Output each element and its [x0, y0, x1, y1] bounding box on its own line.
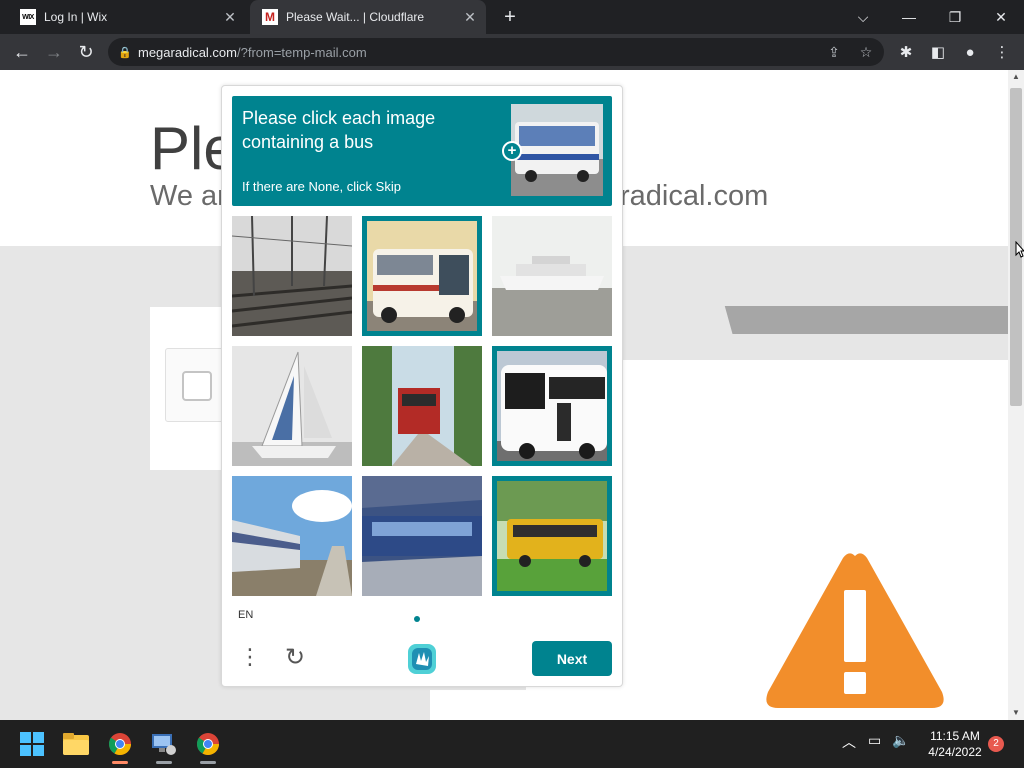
restore-button[interactable]: ❐ [932, 0, 978, 34]
address-bar[interactable]: 🔒 megaradical.com/?from=temp-mail.com ⇪ … [108, 38, 884, 66]
clock-time: 11:15 AM [930, 729, 980, 743]
active-indicator [112, 761, 128, 764]
progress-banner [620, 306, 1008, 334]
example-bus-image [511, 104, 603, 196]
captcha-tile-7[interactable] [232, 476, 352, 596]
mouse-cursor-icon [1015, 241, 1024, 258]
captcha-image-grid [232, 216, 612, 596]
url-host: megaradical.com [138, 44, 237, 60]
chrome-icon[interactable] [104, 728, 136, 764]
url-path: /?from=temp-mail.com [237, 44, 367, 60]
content-panel-edge [430, 690, 526, 720]
forward-arrow-icon[interactable]: → [40, 38, 68, 66]
page-scrollbar[interactable]: ▲ ▼ [1008, 70, 1024, 720]
close-tab-icon[interactable]: ✕ [460, 9, 480, 26]
language-selector[interactable]: EN [238, 609, 253, 621]
extensions-icon[interactable]: ✱ [892, 38, 920, 66]
windows-start-icon[interactable] [16, 728, 48, 760]
menu-icon[interactable]: ⋮ [988, 38, 1016, 66]
expand-example-icon[interactable]: + [502, 141, 522, 161]
captcha-tile-8[interactable] [362, 476, 482, 596]
windows-taskbar: ︿ ▭ 🔈 11:15 AM 4/24/2022 2 [0, 720, 1024, 768]
captcha-tile-1[interactable] [232, 216, 352, 336]
captcha-tile-5[interactable] [362, 346, 482, 466]
tab-title: Log In | Wix [44, 10, 108, 24]
close-tab-icon[interactable]: ✕ [220, 9, 240, 26]
wix-favicon-icon: WIX [20, 9, 36, 25]
clock-date: 4/24/2022 [928, 745, 982, 759]
captcha-tile-6[interactable] [492, 346, 612, 466]
lock-icon: 🔒 [118, 46, 132, 59]
warning-icon [766, 553, 944, 708]
profile-icon[interactable]: ● [956, 38, 984, 66]
captcha-prompt: Please click each image containing a bus… [232, 96, 612, 206]
captcha-checkbox[interactable] [182, 371, 212, 401]
tab-search-chevron-icon[interactable]: ⌵ [840, 0, 886, 34]
back-arrow-icon[interactable]: ← [8, 38, 36, 66]
file-explorer-icon[interactable] [60, 728, 92, 760]
browser-tab-bar: WIX Log In | Wix ✕ M Please Wait... | Cl… [0, 0, 1024, 34]
url-text: megaradical.com/?from=temp-mail.com [138, 45, 367, 60]
close-window-button[interactable]: ✕ [978, 0, 1024, 34]
minimize-button[interactable]: — [886, 0, 932, 34]
tab-wix-login[interactable]: WIX Log In | Wix ✕ [8, 0, 246, 34]
hcaptcha-logo-icon[interactable] [404, 642, 440, 676]
menu-dots-icon[interactable]: ⋮ [239, 642, 261, 672]
gmail-favicon-icon: M [262, 9, 278, 25]
browser-toolbar: ← → ↻ 🔒 megaradical.com/?from=temp-mail.… [0, 34, 1024, 70]
tab-cloudflare[interactable]: M Please Wait... | Cloudflare ✕ [250, 0, 486, 34]
show-hidden-icons-chevron-icon[interactable]: ︿ [842, 732, 856, 752]
refresh-icon[interactable]: ↻ [280, 642, 310, 672]
next-button[interactable]: Next [532, 641, 612, 676]
running-indicator [156, 761, 172, 764]
system-clock[interactable]: 11:15 AM 4/24/2022 [920, 728, 990, 760]
captcha-tile-9[interactable] [492, 476, 612, 596]
hcaptcha-challenge: Please click each image containing a bus… [221, 85, 623, 687]
tab-title: Please Wait... | Cloudflare [286, 10, 425, 24]
new-tab-button[interactable]: + [498, 5, 522, 29]
scroll-up-icon[interactable]: ▲ [1008, 70, 1024, 84]
remote-desktop-icon[interactable] [148, 728, 180, 764]
network-icon[interactable]: ▭ [868, 732, 881, 749]
running-indicator [200, 761, 216, 764]
prompt-text: Please click each image containing a bus [242, 108, 436, 152]
share-icon[interactable]: ⇪ [820, 38, 848, 66]
reload-icon[interactable]: ↻ [72, 38, 100, 66]
captcha-tile-4[interactable] [232, 346, 352, 466]
captcha-tile-2[interactable] [362, 216, 482, 336]
subtitle-start: We ar [150, 180, 227, 212]
notification-badge[interactable]: 2 [988, 736, 1004, 752]
subtitle-end: radical.com [620, 180, 769, 212]
star-icon[interactable]: ☆ [852, 38, 880, 66]
volume-icon[interactable]: 🔈 [892, 732, 909, 749]
captcha-tile-3[interactable] [492, 216, 612, 336]
prompt-subtext: If there are None, click Skip [242, 179, 401, 194]
chrome-icon-2[interactable] [192, 728, 224, 764]
sidepanel-icon[interactable]: ◧ [924, 38, 952, 66]
captcha-checkbox-card [165, 348, 225, 422]
scroll-down-icon[interactable]: ▼ [1008, 706, 1024, 720]
page-indicator-dot [414, 616, 420, 622]
